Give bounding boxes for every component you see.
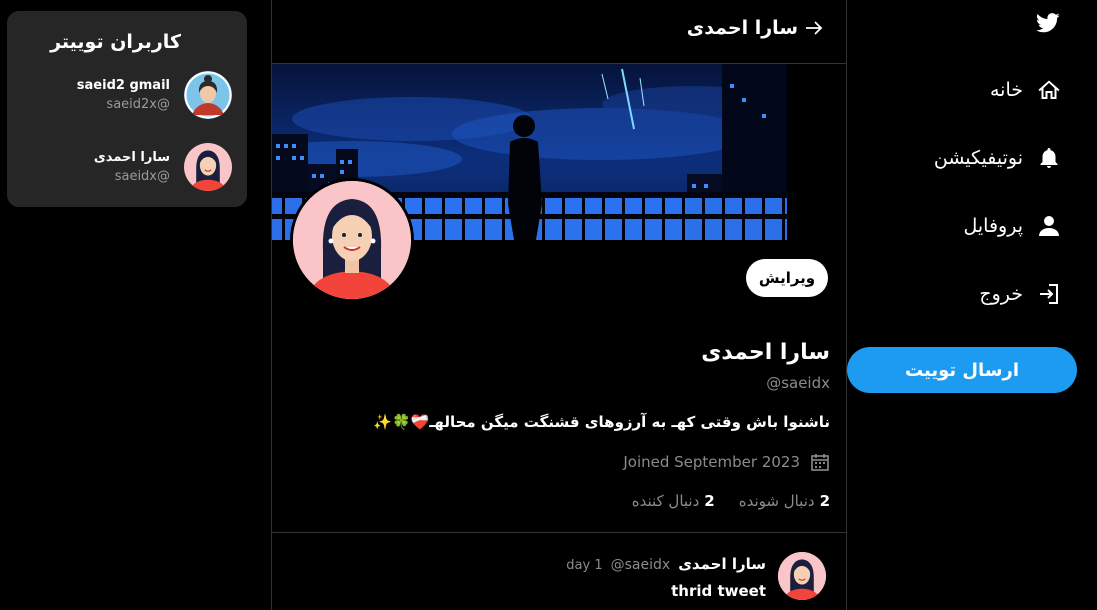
tweet-time: 1 day: [566, 558, 603, 573]
send-tweet-button[interactable]: ارسال توییت: [847, 347, 1077, 393]
tweet-header: سارا احمدی saeidx@ 1 day: [566, 555, 766, 573]
user-item[interactable]: سارا احمدی saeidx@: [22, 142, 232, 192]
joined-text: Joined September 2023: [623, 453, 800, 471]
following-stat[interactable]: 2دنبال شونده: [739, 492, 830, 510]
nav-home-label: خانه: [989, 79, 1023, 101]
profile-header: سارا احمدی: [272, 0, 846, 64]
followers-stat[interactable]: 2دنبال کننده: [632, 492, 715, 510]
profile-handle: saeidx@: [766, 374, 830, 392]
avatar: [184, 71, 232, 119]
followers-label: دنبال کننده: [631, 492, 700, 510]
avatar[interactable]: [778, 552, 826, 600]
page-title: سارا احمدی: [686, 17, 798, 39]
nav-logout[interactable]: خروج: [979, 277, 1061, 311]
following-label: دنبال شونده: [738, 492, 815, 510]
user-handle: saeid2x@: [106, 97, 170, 112]
twitter-bird-icon[interactable]: [1036, 12, 1060, 34]
bell-icon: [1040, 148, 1058, 168]
users-panel-title: کاربران توییتر: [50, 31, 181, 53]
calendar-icon: [811, 454, 829, 471]
tweet-author-name: سارا احمدی: [678, 555, 766, 573]
nav-profile-label: پروفایل: [963, 215, 1024, 237]
following-count: 2: [819, 492, 830, 510]
user-name: سارا احمدی: [93, 150, 170, 165]
logout-icon: [1040, 284, 1058, 304]
avatar: [184, 143, 232, 191]
user-handle: saeidx@: [114, 169, 170, 184]
follow-stats: 2دنبال شونده 2دنبال کننده: [632, 492, 830, 510]
nav-profile[interactable]: پروفایل: [964, 209, 1062, 243]
tweet-author-handle: saeidx@: [610, 557, 671, 573]
profile-name: سارا احمدی: [701, 340, 830, 365]
nav-home[interactable]: خانه: [990, 73, 1061, 107]
followers-count: 2: [704, 492, 715, 510]
nav-notifications-label: نوتیفیکیشن: [933, 147, 1023, 169]
edit-profile-button[interactable]: ویرایش: [746, 259, 828, 297]
user-name: saeid2 gmail: [76, 78, 170, 93]
user-icon: [1039, 216, 1059, 236]
arrow-right-icon[interactable]: [804, 18, 824, 38]
user-item[interactable]: saeid2 gmail saeid2x@: [22, 70, 232, 120]
profile-bio: ناشنوا باش وقتی کهـ به آرزوهای قشنگت میگ…: [373, 413, 830, 431]
profile-avatar: [290, 178, 414, 302]
home-icon: [1038, 80, 1060, 99]
twitter-users-panel: کاربران توییتر saeid2 gmail saeid2x@ سار…: [7, 11, 247, 207]
nav-notifications[interactable]: نوتیفیکیشن: [934, 141, 1061, 175]
nav-logout-label: خروج: [979, 283, 1023, 305]
joined-date: Joined September 2023: [623, 452, 830, 472]
tweet-text: thrid tweet: [671, 582, 766, 600]
sidebar-nav: خانه نوتیفیکیشن پروفایل خروج ارسال توییت: [846, 0, 1097, 610]
profile-column: سارا احمدی ویرایش سارا احمدی saeidx@ ناش…: [271, 0, 847, 610]
tweet-item[interactable]: سارا احمدی saeidx@ 1 day thrid tweet: [272, 533, 846, 610]
